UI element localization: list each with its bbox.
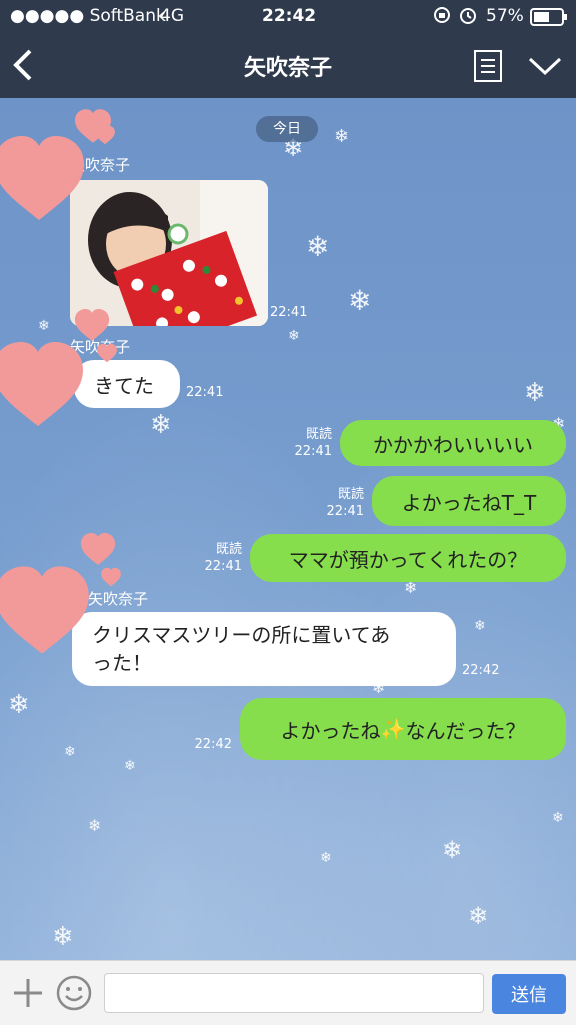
snowflake-icon: ❄ <box>8 690 30 720</box>
message-input[interactable] <box>104 973 484 1013</box>
incoming-bubble[interactable]: きてた <box>74 360 180 408</box>
plus-icon[interactable] <box>12 977 44 1013</box>
message-line: った！ <box>92 651 152 675</box>
emoji-icon[interactable] <box>56 975 92 1015</box>
snowflake-icon: ❄ <box>524 378 546 408</box>
sender-name: 矢吹奈子 <box>88 590 149 608</box>
battery-percent: 57% <box>486 6 524 26</box>
snowflake-icon: ❄ <box>552 810 564 826</box>
outgoing-bubble[interactable]: よかったねT_T <box>372 476 566 526</box>
heart-icon <box>80 533 116 565</box>
battery-icon <box>530 8 568 31</box>
snowflake-icon: ❄ <box>124 758 136 774</box>
message-time: 22:41 <box>270 305 308 320</box>
snowflake-icon: ❄ <box>64 744 76 760</box>
message-text: よかったね <box>280 718 381 743</box>
status-bar: ●●●●● SoftBank 4G 22:42 57% <box>0 0 576 32</box>
heart-icon <box>74 309 110 341</box>
read-receipt: 既読 <box>215 542 242 557</box>
outgoing-bubble[interactable]: かかかわいいいい <box>340 420 566 466</box>
date-divider: 今日 <box>256 116 318 142</box>
shared-photo[interactable] <box>70 180 268 326</box>
message-input-bar: 送信 <box>0 960 576 1025</box>
network-label: 4G <box>160 6 184 26</box>
read-receipt: 既読 <box>337 487 364 502</box>
heart-icon <box>97 343 117 363</box>
message-time: 22:41 <box>204 559 242 574</box>
heart-icon <box>101 567 121 587</box>
heart-avatar-icon <box>0 566 89 654</box>
message-text: なんだった？ <box>405 718 526 743</box>
chat-area[interactable]: ❄ ❄ ❄ ❄ ❄ ❄ ❄ ❄ ❄ ❄ ❄ ❄ ❄ ❄ ❄ ❄ ❄ ❄ ❄ ❄ … <box>0 98 576 960</box>
snowflake-icon: ❄ <box>150 410 172 440</box>
clock: 22:42 <box>262 6 317 26</box>
carrier-label: ●●●●● SoftBank <box>10 6 166 26</box>
snowflake-icon: ❄ <box>320 850 332 866</box>
snowflake-icon: ❄ <box>38 318 50 334</box>
heart-icon <box>95 125 115 145</box>
snowflake-icon: ❄ <box>442 836 463 864</box>
send-button[interactable]: 送信 <box>492 974 566 1014</box>
read-receipt: 既読 <box>305 427 332 442</box>
outgoing-bubble[interactable]: よかったね ✨ なんだった？ <box>240 698 566 760</box>
menu-icon[interactable] <box>474 50 502 86</box>
message-time: 22:42 <box>194 737 232 752</box>
rotation-lock-icon <box>432 5 452 30</box>
snowflake-icon: ❄ <box>474 618 486 634</box>
message-time: 22:41 <box>326 504 364 519</box>
snowflake-icon: ❄ <box>288 328 300 344</box>
message-line: クリスマスツリーの所に置いてあ <box>92 623 391 647</box>
alarm-icon <box>458 5 478 30</box>
chat-header: 矢吹奈子 <box>0 32 576 98</box>
message-time: 22:41 <box>294 444 332 459</box>
snowflake-icon: ❄ <box>468 902 489 930</box>
message-time: 22:41 <box>186 385 224 400</box>
heart-avatar-icon <box>0 342 83 426</box>
message-time: 22:42 <box>462 663 500 678</box>
snowflake-icon: ❄ <box>88 816 102 835</box>
chevron-down-icon[interactable] <box>528 56 562 80</box>
snowflake-icon: ❄ <box>306 230 330 263</box>
snowflake-icon: ❄ <box>334 126 350 147</box>
sparkles-icon: ✨ <box>380 717 406 741</box>
incoming-bubble[interactable]: クリスマスツリーの所に置いてあ った！ <box>72 612 456 686</box>
snowflake-icon: ❄ <box>52 922 74 952</box>
outgoing-bubble[interactable]: ママが預かってくれたの？ <box>250 534 566 582</box>
snowflake-icon: ❄ <box>348 284 372 317</box>
